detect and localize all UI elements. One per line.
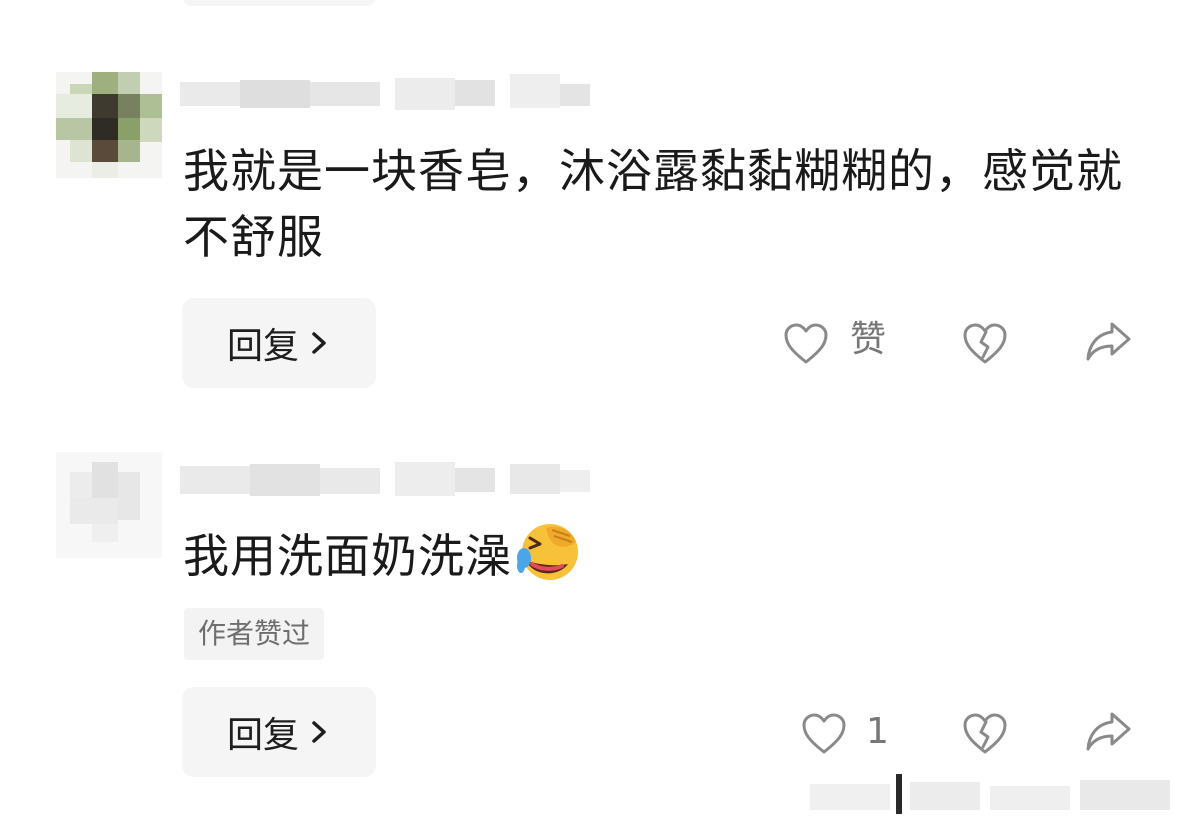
watermark-smudge (810, 774, 1170, 814)
heart-outline-icon[interactable] (800, 710, 848, 758)
share-arrow-icon[interactable] (1084, 708, 1132, 756)
avatar[interactable] (56, 72, 162, 178)
previous-reply-button-edge[interactable] (182, 0, 376, 6)
reply-button[interactable]: 回复 (182, 298, 376, 388)
share-arrow-icon[interactable] (1084, 318, 1132, 366)
heart-outline-icon[interactable] (782, 320, 830, 368)
reply-label: 回复 (226, 715, 299, 756)
broken-heart-icon[interactable] (961, 710, 1009, 758)
laughing-crying-emoji-icon (517, 524, 578, 580)
like-count: 赞 (850, 319, 887, 360)
username-redacted[interactable] (180, 460, 600, 500)
reply-button[interactable]: 回复 (182, 687, 376, 777)
broken-heart-icon[interactable] (961, 320, 1009, 368)
comment-text: 我就是一块香皂，沐浴露黏黏糊糊的，感觉就不舒服 (183, 144, 1123, 264)
like-count: 1 (866, 711, 889, 752)
author-liked-badge: 作者赞过 (184, 608, 325, 660)
comment-text-content: 我用洗面奶洗澡 (183, 529, 512, 583)
avatar[interactable] (56, 452, 162, 558)
chevron-right-icon (312, 721, 326, 743)
comment-text: 我用洗面奶洗澡 (183, 518, 1143, 589)
reply-label: 回复 (226, 326, 299, 367)
chevron-right-icon (312, 332, 326, 354)
username-redacted[interactable] (180, 74, 600, 114)
